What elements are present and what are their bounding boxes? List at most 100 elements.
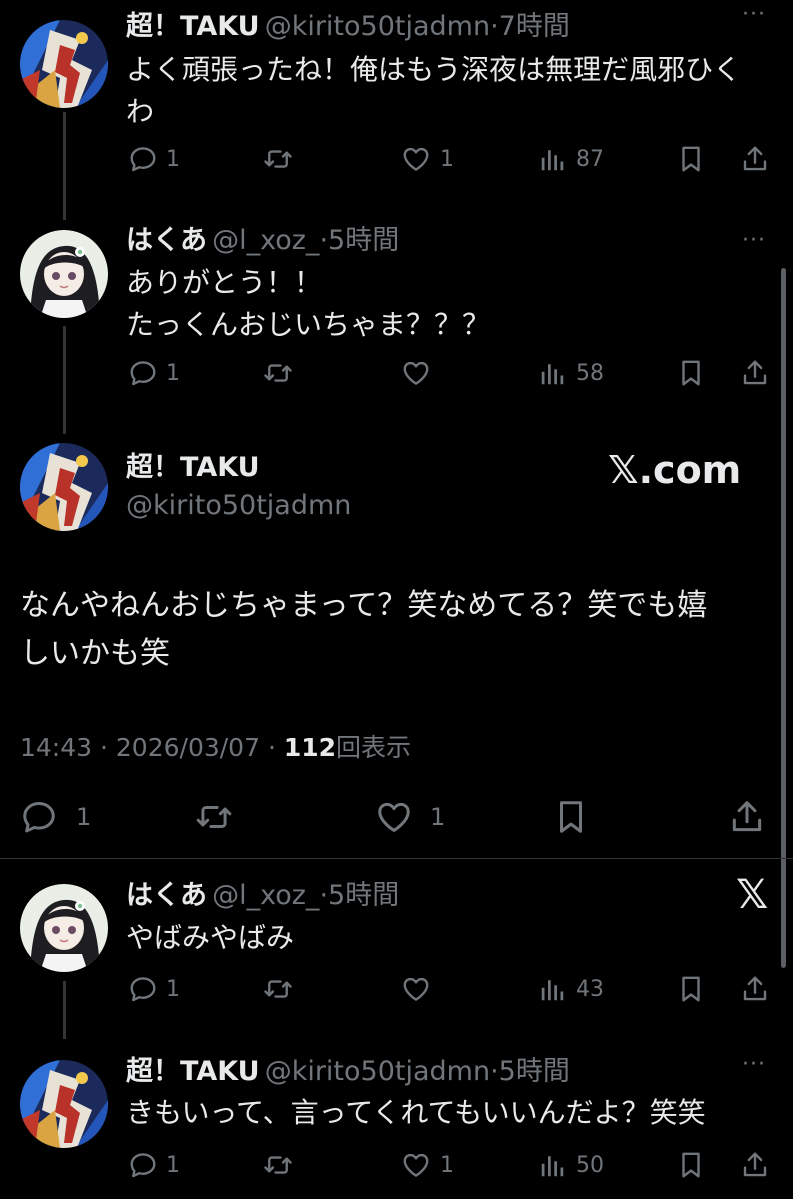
share-button[interactable] bbox=[740, 358, 770, 388]
bookmark-icon bbox=[676, 974, 706, 1004]
avatar[interactable] bbox=[20, 230, 108, 318]
like-button[interactable]: 1 bbox=[400, 144, 454, 174]
heart-icon bbox=[400, 974, 432, 1004]
reply-icon bbox=[128, 1150, 158, 1180]
more-icon[interactable]: ··· bbox=[742, 228, 766, 253]
share-icon bbox=[740, 144, 770, 174]
post-date[interactable]: 2026/03/07 bbox=[116, 733, 260, 762]
user-handle[interactable]: @kirito50tjadmn bbox=[265, 1056, 490, 1087]
share-button[interactable] bbox=[740, 144, 770, 174]
timestamp[interactable]: 7時間 bbox=[499, 11, 570, 42]
like-button[interactable] bbox=[400, 974, 440, 1004]
like-button[interactable]: 1 bbox=[374, 798, 445, 836]
views-count: 58 bbox=[576, 360, 604, 386]
bookmark-button[interactable] bbox=[676, 1150, 706, 1180]
avatar[interactable] bbox=[20, 20, 108, 108]
views-button[interactable]: 87 bbox=[538, 144, 604, 174]
thread-line bbox=[63, 981, 66, 1039]
tweet-header: 超！TAKU @kirito50tjadmn·5時間 bbox=[126, 1055, 570, 1092]
views-button[interactable]: 58 bbox=[538, 358, 604, 388]
tweet-header: はくあ @l_xoz_·5時間 bbox=[126, 224, 399, 261]
reply-icon bbox=[128, 144, 158, 174]
reply-icon bbox=[128, 974, 158, 1004]
share-button[interactable] bbox=[740, 1150, 770, 1180]
reply-count: 1 bbox=[166, 1152, 180, 1178]
reply-button[interactable]: 1 bbox=[128, 358, 180, 388]
retweet-button[interactable] bbox=[262, 974, 302, 1004]
bookmark-icon bbox=[552, 798, 590, 836]
display-name[interactable]: 超！TAKU bbox=[126, 451, 260, 485]
reply-button[interactable]: 1 bbox=[128, 974, 180, 1004]
retweet-icon bbox=[262, 358, 294, 388]
like-button[interactable]: 1 bbox=[400, 1150, 454, 1180]
reply-icon bbox=[20, 798, 58, 836]
like-count: 1 bbox=[440, 1152, 454, 1178]
bookmark-icon bbox=[676, 1150, 706, 1180]
x-logo-icon: 𝕏 bbox=[736, 872, 769, 918]
views-button[interactable]: 50 bbox=[538, 1150, 604, 1180]
views-button[interactable]: 43 bbox=[538, 974, 604, 1004]
tweet-text: なんやねんおじちゃまって？笑なめてる？笑でも嬉 しいかも笑 bbox=[20, 588, 708, 671]
like-count: 1 bbox=[430, 803, 446, 831]
share-icon bbox=[740, 1150, 770, 1180]
user-handle[interactable]: @kirito50tjadmn bbox=[265, 11, 490, 42]
thread-line bbox=[63, 326, 66, 434]
user-handle[interactable]: @l_xoz_ bbox=[212, 225, 319, 256]
user-handle[interactable]: @l_xoz_ bbox=[212, 880, 319, 911]
retweet-button[interactable] bbox=[262, 1150, 302, 1180]
bookmark-button[interactable] bbox=[676, 358, 706, 388]
display-name[interactable]: 超！TAKU bbox=[126, 11, 260, 42]
separator: · bbox=[319, 225, 329, 256]
retweet-button[interactable] bbox=[262, 358, 302, 388]
more-icon[interactable]: ··· bbox=[742, 1052, 766, 1077]
scrollbar[interactable] bbox=[781, 268, 786, 968]
views-icon bbox=[538, 1150, 568, 1180]
view-count: 112 bbox=[283, 733, 337, 762]
views-count: 43 bbox=[576, 976, 604, 1002]
share-icon bbox=[740, 358, 770, 388]
views-icon bbox=[538, 144, 568, 174]
timestamp[interactable]: 5時間 bbox=[499, 1056, 570, 1087]
post-time[interactable]: 14:43 bbox=[20, 733, 92, 762]
bookmark-button[interactable] bbox=[676, 974, 706, 1004]
like-button[interactable] bbox=[400, 358, 440, 388]
retweet-button[interactable] bbox=[262, 144, 302, 174]
bookmark-button[interactable] bbox=[552, 798, 590, 836]
display-name[interactable]: はくあ bbox=[126, 225, 207, 256]
timestamp[interactable]: 5時間 bbox=[328, 225, 399, 256]
avatar[interactable] bbox=[20, 443, 108, 531]
tweet-header: 超！TAKU @kirito50tjadmn·7時間 bbox=[126, 10, 570, 47]
retweet-icon bbox=[262, 144, 294, 174]
reply-button[interactable]: 1 bbox=[128, 144, 180, 174]
like-count: 1 bbox=[440, 146, 454, 172]
views-icon bbox=[538, 358, 568, 388]
bookmark-button[interactable] bbox=[676, 144, 706, 174]
reply-button[interactable]: 1 bbox=[20, 798, 91, 836]
more-icon[interactable]: ··· bbox=[742, 2, 766, 27]
tweet-text: きもいって、言ってくれてもいいんだよ？笑笑 bbox=[126, 1096, 706, 1129]
tweet-timestamp-row: 14:43 · 2026/03/07 · 112回表示 bbox=[20, 731, 411, 765]
reply-count: 1 bbox=[166, 360, 180, 386]
share-icon bbox=[740, 974, 770, 1004]
share-button[interactable] bbox=[740, 974, 770, 1004]
separator: · bbox=[490, 11, 499, 42]
avatar[interactable] bbox=[20, 884, 108, 972]
tweet-text: よく頑張ったね！俺はもう深夜は無理だ風邪ひく わ bbox=[126, 53, 742, 128]
views-count: 87 bbox=[576, 146, 604, 172]
reply-count: 1 bbox=[76, 803, 92, 831]
reply-button[interactable]: 1 bbox=[128, 1150, 180, 1180]
retweet-icon bbox=[262, 1150, 294, 1180]
divider bbox=[0, 858, 793, 859]
user-handle[interactable]: @kirito50tjadmn bbox=[126, 489, 351, 523]
separator: · bbox=[319, 880, 329, 911]
retweet-icon bbox=[262, 974, 294, 1004]
reply-count: 1 bbox=[166, 976, 180, 1002]
timestamp[interactable]: 5時間 bbox=[328, 880, 399, 911]
views-icon bbox=[538, 974, 568, 1004]
retweet-button[interactable] bbox=[194, 798, 242, 836]
avatar[interactable] bbox=[20, 1060, 108, 1148]
display-name[interactable]: はくあ bbox=[126, 880, 207, 911]
share-button[interactable] bbox=[728, 798, 766, 836]
display-name[interactable]: 超！TAKU bbox=[126, 1056, 260, 1087]
tweet-text: ありがとう！！ たっくんおじいちゃま？？？ bbox=[126, 266, 491, 341]
